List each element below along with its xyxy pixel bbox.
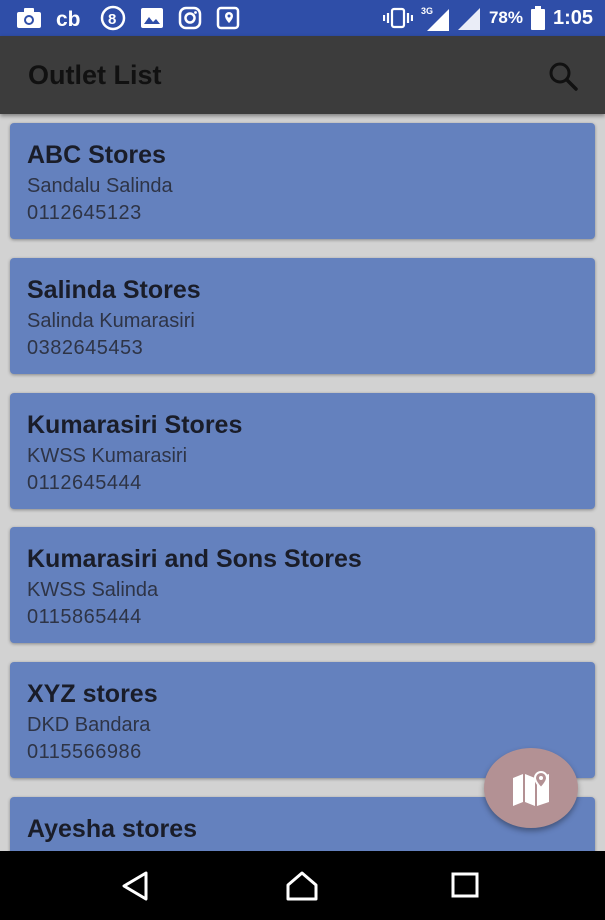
outlet-owner: KWSS Kumarasiri — [27, 445, 188, 467]
outlet-name: XYZ stores — [27, 680, 158, 708]
navigation-bar — [0, 851, 605, 920]
battery-percent: 78% — [488, 8, 523, 27]
outlet-card[interactable]: Kumarasiri Stores KWSS Kumarasiri 011264… — [10, 393, 595, 509]
outlet-owner: Sandalu Salinda — [27, 175, 173, 197]
status-bar: cb 8 3G 78% 1:05 — [0, 0, 605, 36]
map-pin-icon — [216, 6, 240, 30]
outlet-card[interactable]: Salinda Stores Salinda Kumarasiri 038264… — [10, 258, 595, 374]
outlet-owner: DKD Bandara — [27, 714, 151, 736]
back-icon[interactable] — [118, 869, 152, 903]
clock: 1:05 — [552, 6, 593, 29]
vibrate-icon — [382, 7, 413, 29]
page-title: Outlet List — [28, 60, 162, 90]
recents-icon[interactable] — [450, 869, 480, 899]
outlet-name: Kumarasiri and Sons Stores — [27, 545, 362, 573]
outlet-name: Ayesha stores — [27, 815, 197, 843]
outlet-phone: 0112645444 — [27, 472, 142, 494]
battery-icon — [530, 6, 545, 30]
outlet-card[interactable]: Kumarasiri and Sons Stores KWSS Salinda … — [10, 527, 595, 643]
svg-text:cb: cb — [56, 8, 81, 29]
home-icon[interactable] — [284, 869, 320, 903]
app-toolbar: Outlet List — [0, 36, 605, 114]
gallery-icon — [141, 8, 163, 28]
system-icons: 3G 78% 1:05 — [382, 4, 593, 32]
cb-app-icon: cb — [56, 8, 81, 29]
instagram-icon — [178, 6, 202, 30]
outlet-list[interactable]: ABC Stores Sandalu Salinda 0112645123 Sa… — [0, 114, 605, 851]
outlet-phone: 0115566986 — [27, 741, 142, 763]
circle-8-icon: 8 — [100, 5, 126, 31]
outlet-owner: KWSS Salinda — [27, 579, 159, 601]
search-icon[interactable] — [547, 60, 579, 92]
outlet-owner: Salinda Kumarasiri — [27, 310, 195, 332]
signal-icon — [457, 8, 480, 30]
map-button[interactable] — [484, 748, 578, 828]
notification-icons: cb 8 — [16, 4, 240, 32]
map-icon — [513, 770, 549, 806]
outlet-name: Salinda Stores — [27, 276, 201, 304]
outlet-phone: 0382645453 — [27, 337, 144, 359]
outlet-phone: 0112645123 — [27, 202, 142, 224]
svg-text:8: 8 — [108, 11, 116, 28]
outlet-phone: 0115865444 — [27, 606, 142, 628]
outlet-name: Kumarasiri Stores — [27, 411, 243, 439]
signal-3g-icon: 3G — [421, 6, 449, 31]
network-label: 3G — [421, 6, 433, 16]
outlet-card[interactable]: ABC Stores Sandalu Salinda 0112645123 — [10, 123, 595, 239]
outlet-name: ABC Stores — [27, 141, 166, 169]
camera-icon — [17, 8, 41, 28]
